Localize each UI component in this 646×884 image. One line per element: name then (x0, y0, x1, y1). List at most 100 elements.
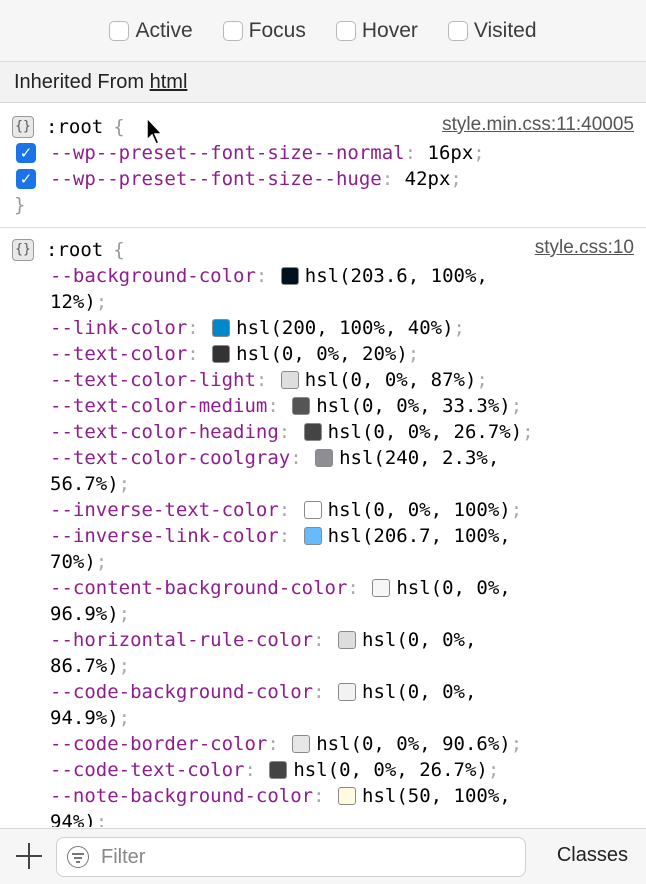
color-swatch[interactable] (372, 579, 391, 597)
bottom-toolbar: Classes (0, 828, 646, 884)
property-value[interactable]: hsl(0, 0%, 26.7%) (328, 421, 522, 443)
classes-button[interactable]: Classes (557, 844, 628, 867)
property-value[interactable]: hsl(206.7, 100%, (328, 525, 511, 547)
color-swatch[interactable] (212, 345, 231, 363)
property-name[interactable]: --text-color (50, 343, 187, 365)
rule-brace-icon[interactable]: {} (12, 239, 34, 261)
color-swatch[interactable] (338, 631, 356, 649)
property-value[interactable]: hsl(0, 0%, (396, 577, 510, 599)
property-value[interactable]: 96.9%) (50, 603, 119, 625)
declaration-enable-checkbox[interactable]: ✓ (16, 143, 36, 163)
declaration-value-continuation: 12%); (50, 291, 108, 313)
property-name[interactable]: --horizontal-rule-color (50, 629, 313, 651)
rule-selector-line: {} :root { (12, 114, 125, 140)
rule-selector-line: {} :root { (12, 237, 125, 263)
color-swatch[interactable] (292, 397, 311, 415)
declaration-line: --inverse-link-color: hsl(206.7, 100%, (50, 525, 511, 547)
property-value[interactable]: hsl(0, 0%, (362, 681, 476, 703)
property-name[interactable]: --text-color-coolgray (50, 447, 290, 469)
property-name[interactable]: --link-color (50, 317, 187, 339)
property-value[interactable]: 70%) (50, 551, 96, 573)
property-value[interactable]: 56.7%) (50, 473, 119, 495)
property-name[interactable]: --inverse-text-color (50, 499, 279, 521)
inherited-element-link[interactable]: html (150, 71, 188, 93)
pseudo-checkbox[interactable] (335, 20, 356, 41)
property-value[interactable]: 94.9%) (50, 707, 119, 729)
property-name[interactable]: --code-background-color (50, 681, 313, 703)
rule-selector[interactable]: :root (46, 114, 103, 140)
color-swatch[interactable] (269, 761, 288, 779)
pseudo-checkbox[interactable] (222, 20, 243, 41)
property-value[interactable]: 16px (428, 142, 474, 164)
pseudo-checkbox[interactable] (447, 20, 468, 41)
rule-source-link[interactable]: style.css:10 (535, 237, 634, 259)
filter-field[interactable] (56, 837, 526, 877)
inherited-header: Inherited From html (0, 62, 646, 103)
property-value[interactable]: hsl(240, 2.3%, (339, 447, 499, 469)
declaration-value-continuation: 94.9%); (50, 707, 131, 729)
property-name[interactable]: --inverse-link-color (50, 525, 279, 547)
color-swatch[interactable] (280, 267, 299, 285)
color-swatch[interactable] (212, 319, 231, 337)
property-value[interactable]: 42px (405, 168, 451, 190)
property-value[interactable]: hsl(0, 0%, (362, 629, 476, 651)
declaration-line: --content-background-color: hsl(0, 0%, (50, 577, 511, 599)
open-brace: { (113, 116, 125, 138)
color-swatch[interactable] (303, 423, 322, 441)
color-swatch[interactable] (303, 527, 322, 545)
property-name[interactable]: --code-border-color (50, 733, 267, 755)
inherited-prefix: Inherited From (14, 71, 150, 93)
color-swatch[interactable] (292, 735, 311, 753)
declaration-line: --background-color: hsl(203.6, 100%, (50, 265, 488, 287)
color-swatch[interactable] (315, 449, 334, 467)
color-swatch[interactable] (338, 787, 356, 805)
property-value[interactable]: hsl(0, 0%, 87%) (305, 369, 477, 391)
pseudo-toggle-active[interactable]: Active (109, 19, 193, 43)
property-value[interactable]: 12%) (50, 291, 96, 313)
property-value[interactable]: hsl(50, 100%, (362, 785, 511, 807)
declaration-line: --inverse-text-color: hsl(0, 0%, 100%); (50, 499, 523, 521)
property-name[interactable]: --wp--preset--font-size--huge (50, 168, 382, 190)
pseudo-toggle-hover[interactable]: Hover (335, 18, 418, 43)
property-value[interactable]: hsl(0, 0%, 20%) (236, 343, 408, 365)
rule-brace-icon[interactable]: {} (12, 116, 34, 138)
property-name[interactable]: --text-color-light (50, 369, 256, 391)
declaration-enable-checkbox[interactable]: ✓ (16, 169, 36, 189)
property-value[interactable]: hsl(0, 0%, 90.6%) (316, 733, 510, 755)
property-name[interactable]: --wp--preset--font-size--normal (50, 142, 405, 164)
property-name[interactable]: --note-background-color (50, 785, 313, 807)
property-value[interactable]: hsl(203.6, 100%, (305, 265, 488, 287)
declaration-line: --wp--preset--font-size--normal: 16px; (50, 142, 485, 164)
color-swatch[interactable] (303, 501, 322, 519)
property-value[interactable]: hsl(0, 0%, 100%) (328, 499, 511, 521)
property-name[interactable]: --code-text-color (50, 759, 244, 781)
pseudo-label: Hover (361, 18, 418, 42)
rule-source-link[interactable]: style.min.css:11:40005 (442, 114, 634, 136)
color-swatch[interactable] (280, 371, 299, 389)
property-name[interactable]: --text-color-medium (50, 395, 267, 417)
color-swatch[interactable] (338, 683, 356, 701)
property-name[interactable]: --text-color-heading (50, 421, 279, 443)
property-value[interactable]: hsl(0, 0%, 26.7%) (293, 759, 487, 781)
property-name[interactable]: --background-color (50, 265, 256, 287)
property-name[interactable]: --content-background-color (50, 577, 347, 599)
property-value[interactable]: 94%) (50, 811, 96, 827)
declaration-line: --text-color-medium: hsl(0, 0%, 33.3%); (50, 395, 523, 417)
pseudo-toggle-visited[interactable]: Visited (447, 18, 537, 43)
property-value[interactable]: 86.7%) (50, 655, 119, 677)
css-rule-2: {} :root { style.css:10 --background-col… (0, 229, 646, 827)
property-value[interactable]: hsl(0, 0%, 33.3%) (316, 395, 510, 417)
pseudo-label: Visited (473, 18, 537, 42)
declaration-value-continuation: 86.7%); (50, 655, 131, 677)
add-rule-plus-icon[interactable] (14, 841, 44, 871)
pseudo-toggle-focus[interactable]: Focus (222, 19, 306, 43)
css-rule-1: {} :root { style.min.css:11:40005 ✓ --wp-… (0, 104, 646, 228)
declaration-line: --text-color: hsl(0, 0%, 20%); (50, 343, 420, 365)
property-value[interactable]: hsl(200, 100%, 40%) (236, 317, 453, 339)
filter-input[interactable] (99, 844, 503, 870)
declaration-value-continuation: 96.9%); (50, 603, 131, 625)
rule-selector[interactable]: :root (46, 237, 103, 263)
close-brace: } (14, 194, 26, 216)
declaration-line: --link-color: hsl(200, 100%, 40%); (50, 317, 465, 339)
pseudo-checkbox[interactable] (109, 20, 130, 41)
